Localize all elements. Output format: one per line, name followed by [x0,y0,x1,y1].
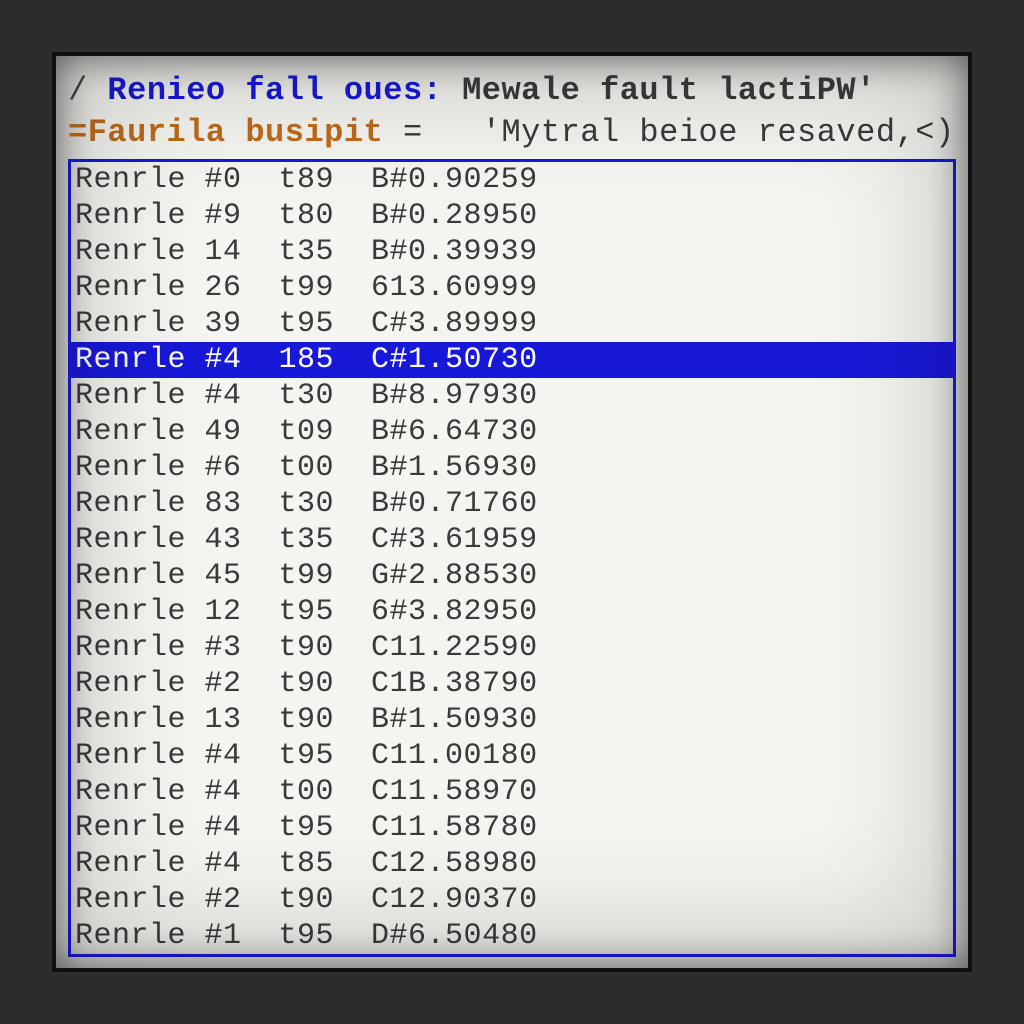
list-item[interactable]: Renrle 26 t99 613.60999 [71,270,953,306]
list-item[interactable]: Renrle #4 t00 C11.58970 [71,774,953,810]
list-item[interactable]: Renrle 14 t35 B#0.39939 [71,234,953,270]
header-line2-label: Faurila busipit [88,114,403,151]
list-item[interactable]: Renrle 12 t95 6#3.82950 [71,594,953,630]
header-line1-slash: / [68,72,107,109]
list-item[interactable]: Renrle #3 t90 C11.22590 [71,630,953,666]
list-item[interactable]: Renrle 43 t35 C#3.61959 [71,522,953,558]
list-item[interactable]: Renrle #4 t85 C12.58980 [71,846,953,882]
list-item[interactable]: Renrle #0 t89 B#0.90259 [71,162,953,198]
monitor-bezel: / Renieo fall oues: Mewale fault lactiPW… [0,0,1024,1024]
header-line2-rest: Mytral beioe resaved,<) 3 [501,114,972,151]
list-item[interactable]: Renrle #1 t95 D#6.50480 [71,918,953,954]
list-item[interactable]: Renrle 49 t09 B#6.64730 [71,414,953,450]
terminal-screen: / Renieo fall oues: Mewale fault lactiPW… [52,52,972,972]
list-item[interactable]: Renrle 39 t95 C#3.89999 [71,306,953,342]
list-item[interactable]: Renrle 83 t30 B#0.71760 [71,486,953,522]
list-item[interactable]: Renrle #4 t95 C11.00180 [71,738,953,774]
list-item[interactable]: Renrle #4 t30 B#8.97930 [71,378,953,414]
list-item[interactable]: Renrle #6 t00 B#1.56930 [71,450,953,486]
list-item[interactable]: Renrle 13 t90 B#1.50930 [71,702,953,738]
list-item[interactable]: Renrle #4 185 C#1.50730 [71,342,953,378]
header-line2-mid: = ' [403,114,502,151]
header-line1-title: Renieo fall oues: [107,72,462,109]
list-item[interactable]: Renrle #9 t80 B#0.28950 [71,198,953,234]
result-listbox[interactable]: Renrle #0 t89 B#0.90259Renrle #9 t80 B#0… [68,159,956,957]
header-line2-prefix: = [68,114,88,151]
list-item[interactable]: Renrle #4 t95 C11.58780 [71,810,953,846]
header-area: / Renieo fall oues: Mewale fault lactiPW… [68,70,956,153]
list-item[interactable]: Renrle 45 t99 G#2.88530 [71,558,953,594]
header-line1-rest: Mewale fault lactiPW' [462,72,876,109]
list-item[interactable]: Renrle #2 t90 C1B.38790 [71,666,953,702]
list-item[interactable]: Renrle #2 t90 C12.90370 [71,882,953,918]
